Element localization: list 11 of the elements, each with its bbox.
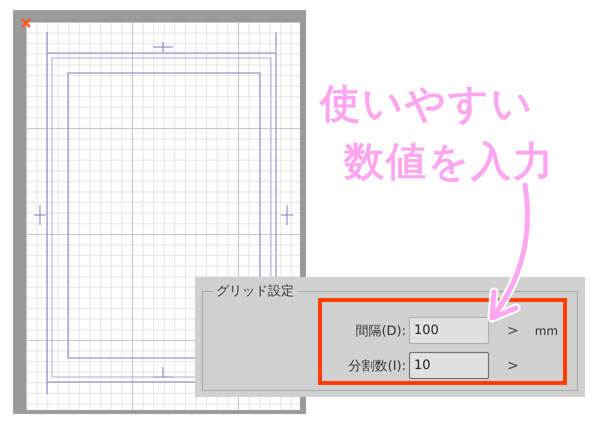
stepper-arrow[interactable]: > (507, 322, 519, 338)
stepper-arrow[interactable]: > (507, 358, 519, 374)
number-input-field[interactable]: 10 (409, 352, 489, 379)
close-icon[interactable] (20, 17, 32, 29)
group-title: グリッド設定 (213, 282, 297, 300)
unit-label: mm (534, 324, 558, 338)
number-input-field[interactable]: 100 (409, 317, 489, 344)
handwritten-note: 数値を入力 (344, 138, 555, 187)
field-label: 分割数(I): (348, 358, 406, 374)
field-label: 間隔(D): (354, 322, 406, 340)
handwritten-note: 使いやすい (320, 80, 535, 129)
